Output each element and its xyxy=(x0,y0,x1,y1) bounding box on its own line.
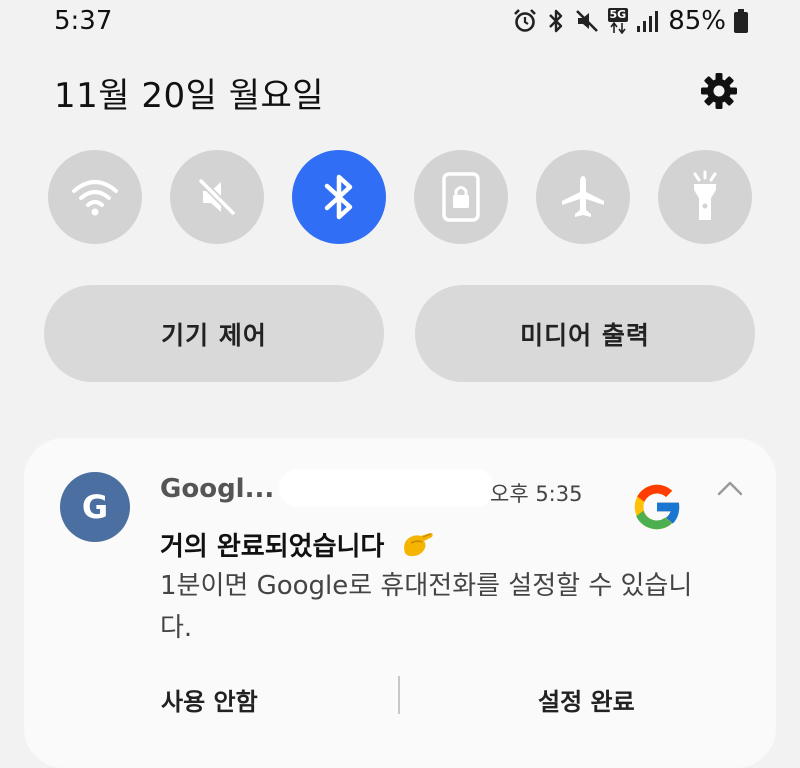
app-avatar: G xyxy=(60,472,130,542)
finish-setup-button[interactable]: 설정 완료 xyxy=(538,682,635,717)
qs-tile-rotation-lock[interactable] xyxy=(414,150,508,244)
chevron-up-icon xyxy=(717,481,743,496)
mute-icon xyxy=(574,8,600,34)
app-avatar-letter: G xyxy=(81,488,109,526)
battery-icon xyxy=(734,9,748,33)
device-control-button[interactable]: 기기 제어 xyxy=(44,285,384,382)
notification-actions: 사용 안함 설정 완료 xyxy=(24,670,776,720)
actions-divider xyxy=(398,676,400,714)
collapse-button[interactable] xyxy=(714,476,746,500)
signal-icon xyxy=(636,9,659,33)
qs-tile-flashlight[interactable] xyxy=(658,150,752,244)
wifi-icon xyxy=(72,180,118,216)
lock-icon xyxy=(442,172,480,222)
notification-title-text: 거의 완료되었습니다 xyxy=(160,532,385,562)
quick-settings-row xyxy=(48,150,752,244)
network-badge: 5G xyxy=(607,8,629,22)
media-output-label: 미디어 출력 xyxy=(520,320,650,350)
airplane-icon xyxy=(562,176,604,217)
status-icons: 5G 85% xyxy=(512,4,748,38)
mute-icon xyxy=(198,178,236,216)
bluetooth-icon xyxy=(324,174,353,220)
date-label: 11월 20일 월요일 xyxy=(54,76,325,116)
notification-time: 오후 5:35 xyxy=(490,482,583,506)
notification-body: 1분이면 Google로 휴대전화를 설정할 수 있습니다. xyxy=(160,571,693,643)
settings-button[interactable] xyxy=(696,68,742,114)
pinching-hand-emoji-icon xyxy=(399,529,435,566)
qs-tile-airplane[interactable] xyxy=(536,150,630,244)
alarm-icon xyxy=(512,8,538,34)
battery-percent: 85% xyxy=(668,6,726,36)
status-time: 5:37 xyxy=(54,6,113,36)
notification-app-name: Googl... xyxy=(160,474,275,504)
media-output-button[interactable]: 미디어 출력 xyxy=(415,285,755,382)
google-logo-icon xyxy=(634,484,681,530)
bluetooth-icon xyxy=(546,8,566,34)
qs-tile-bluetooth[interactable] xyxy=(292,150,386,244)
redaction-mark xyxy=(279,470,494,506)
device-control-label: 기기 제어 xyxy=(161,320,267,350)
qs-tile-sound[interactable] xyxy=(170,150,264,244)
qs-tile-wifi[interactable] xyxy=(48,150,142,244)
notification-title: 거의 완료되었습니다 xyxy=(160,526,435,566)
dismiss-button[interactable]: 사용 안함 xyxy=(161,682,258,717)
5g-icon: 5G xyxy=(607,8,629,34)
gear-icon xyxy=(701,73,737,109)
notification-card[interactable]: G Googl... 오후 5:35 거의 완료되었습니다 1분이면 Googl… xyxy=(24,438,776,768)
flashlight-icon xyxy=(693,170,717,220)
